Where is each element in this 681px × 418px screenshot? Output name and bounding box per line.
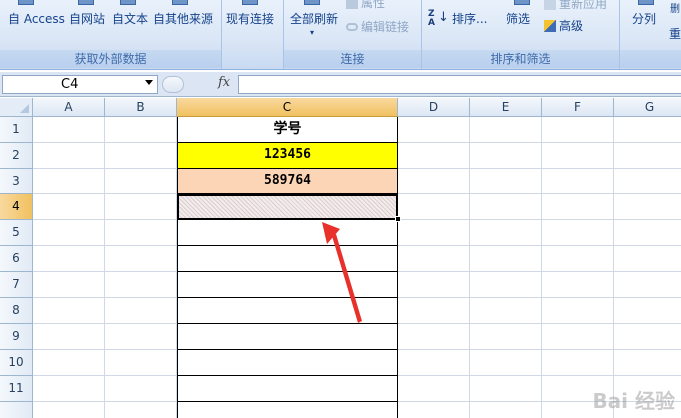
arrow-shaft bbox=[332, 234, 362, 323]
annotation-arrow bbox=[322, 222, 362, 323]
watermark: Bai 经验 bbox=[592, 389, 675, 413]
